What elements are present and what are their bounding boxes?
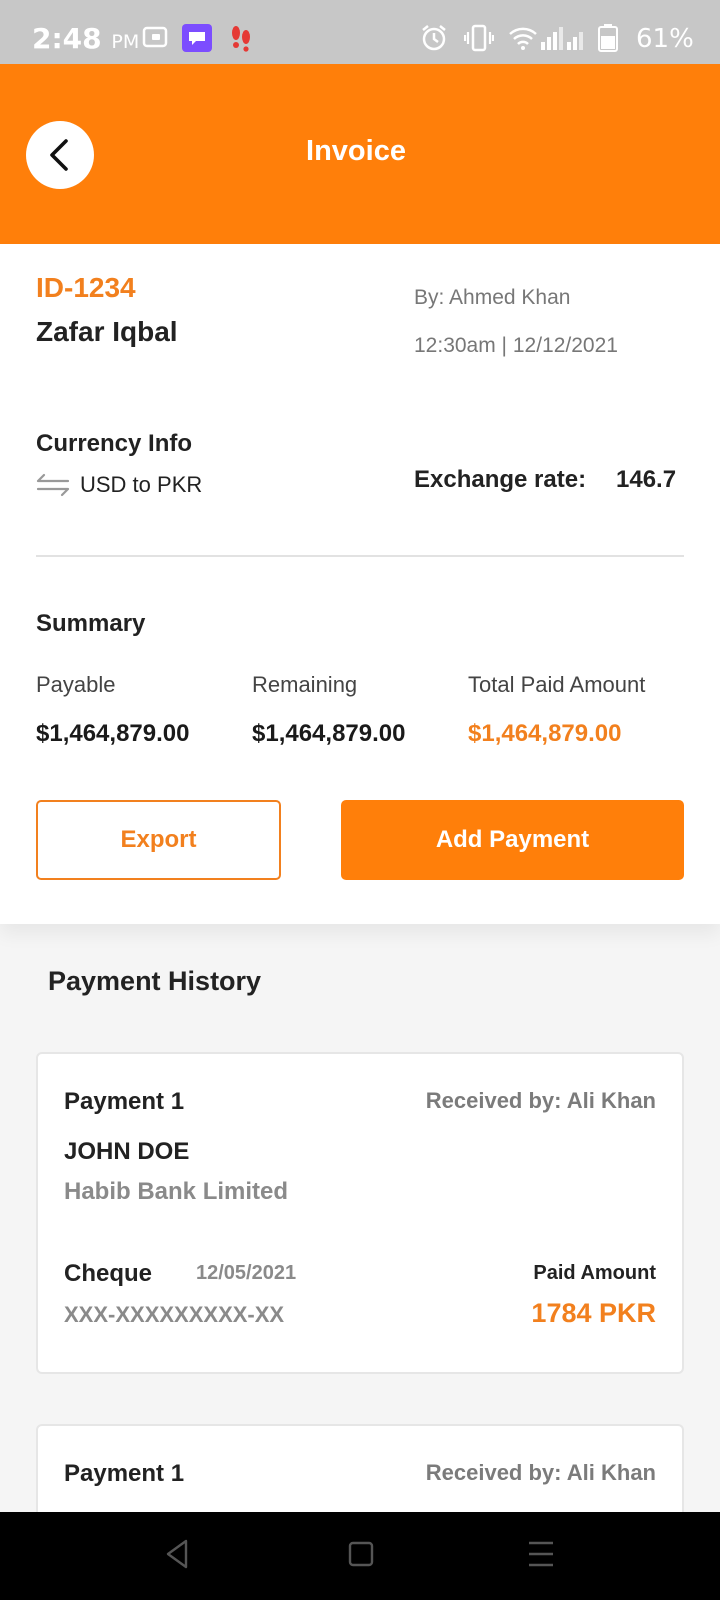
status-time: 2:48 PM <box>32 22 139 55</box>
add-payment-button[interactable]: Add Payment <box>341 800 684 880</box>
status-bar: 2:48 PM 61% <box>0 0 720 64</box>
created-by: By: Ahmed Khan <box>414 286 571 309</box>
wifi-icon <box>509 27 537 50</box>
nav-home-icon[interactable] <box>348 1538 374 1570</box>
signal-icon <box>541 27 583 50</box>
payment-date: 12/05/2021 <box>196 1262 297 1284</box>
created-at: 12:30am | 12/12/2021 <box>414 334 618 357</box>
paid-amount-label: Paid Amount <box>533 1262 656 1284</box>
payment-card[interactable]: Payment 1 Received by: Ali Khan JOHN DOE… <box>36 1052 684 1374</box>
payment-title: Payment 1 <box>64 1460 185 1487</box>
payment-history-title: Payment History <box>48 966 262 996</box>
payment-title: Payment 1 <box>64 1088 185 1115</box>
footsteps-icon <box>232 26 250 52</box>
payer-name: JOHN DOE <box>64 1138 190 1165</box>
total-paid-label: Total Paid Amount <box>468 672 646 697</box>
alarm-icon <box>422 25 446 51</box>
exchange-arrows-icon <box>36 473 70 497</box>
invoice-id: ID-1234 <box>36 272 136 303</box>
app-header: Invoice <box>0 64 720 244</box>
chat-notification-icon <box>182 24 212 52</box>
remaining-value: $1,464,879.00 <box>252 720 406 747</box>
divider <box>36 555 684 557</box>
invoice-panel: ID-1234 Zafar Iqbal By: Ahmed Khan 12:30… <box>0 244 720 924</box>
exchange-rate-label: Exchange rate: <box>414 466 587 493</box>
bank-name: Habib Bank Limited <box>64 1178 289 1205</box>
battery-percent: 61% <box>636 24 694 54</box>
currency-pair: USD to PKR <box>36 472 202 498</box>
wallet-notification-icon <box>142 26 168 48</box>
currency-pair-label: USD to PKR <box>80 472 203 497</box>
nav-menu-icon[interactable] <box>527 1538 555 1570</box>
paid-amount-value: 1784 PKR <box>531 1298 656 1328</box>
customer-name: Zafar Iqbal <box>36 316 178 347</box>
summary-title: Summary <box>36 610 146 637</box>
payable-value: $1,464,879.00 <box>36 720 190 747</box>
total-paid-value: $1,464,879.00 <box>468 720 622 747</box>
received-by: Received by: Ali Khan <box>425 1088 656 1113</box>
exchange-rate-value: 146.7 <box>616 466 677 493</box>
vibrate-icon <box>464 24 494 52</box>
battery-icon <box>598 24 618 52</box>
currency-info-title: Currency Info <box>36 430 193 457</box>
payment-method: Cheque <box>64 1260 153 1287</box>
status-time-value: 2:48 <box>32 22 102 55</box>
payable-label: Payable <box>36 672 116 697</box>
account-number: XXX-XXXXXXXXX-XX <box>64 1302 285 1327</box>
status-ampm: PM <box>111 31 140 53</box>
export-button[interactable]: Export <box>36 800 281 880</box>
remaining-label: Remaining <box>252 672 358 697</box>
page-title: Invoice <box>306 135 406 167</box>
nav-back-icon[interactable] <box>164 1538 190 1570</box>
system-nav-bar <box>0 1512 720 1600</box>
received-by: Received by: Ali Khan <box>425 1460 656 1485</box>
